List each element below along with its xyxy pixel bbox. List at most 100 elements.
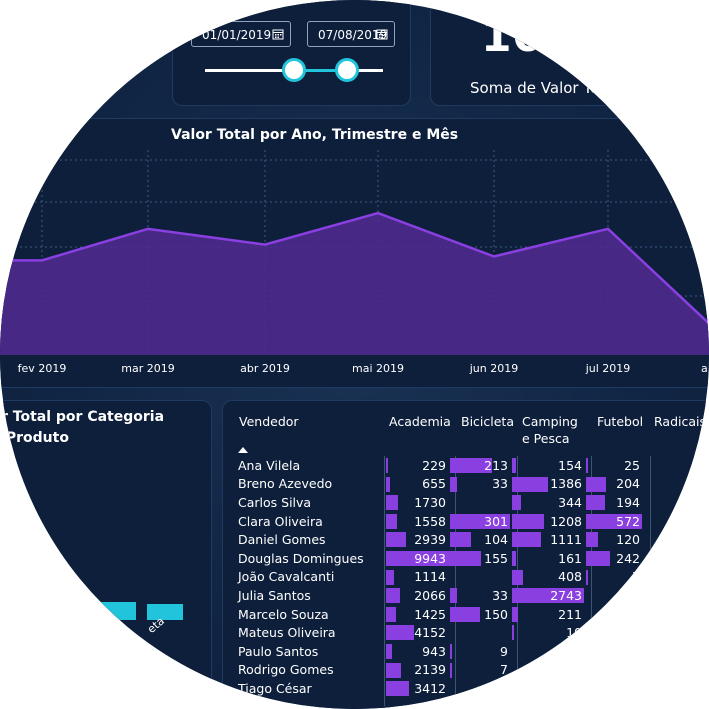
value-text: 1114 [414,569,446,585]
data-bar [450,588,457,604]
data-bar [450,606,480,622]
value-text: 572 [616,513,640,529]
value-cell [644,493,704,512]
data-bar [586,495,605,511]
value-text: 229 [422,457,446,473]
value-cell: 229 [380,456,450,475]
value-text: 211 [558,606,582,622]
value-text: 1111 [550,532,582,548]
value-text: 9943 [414,550,446,566]
col-header-bicicleta[interactable]: Bicicleta [461,413,514,430]
value-text: 1386 [550,476,582,492]
value-cell: 7 [450,661,512,680]
value-text: 9 [500,643,508,659]
col-header-camping[interactable]: Camping e Pesca [522,413,588,447]
table-row[interactable]: Rodrigo Gomes 2139 7 [234,661,704,680]
x-tick-label: mai 2019 [352,362,404,375]
value-cell: 943 [380,642,450,661]
category-bar-panel: r Total por Categoria Produto [0,400,212,709]
vendor-name-cell: João Cavalcanti [238,569,335,585]
table-row[interactable]: João Cavalcanti 1114 408 7 [234,568,704,587]
data-bar [512,513,544,529]
value-cell: 9943 [380,549,454,568]
table-row[interactable]: Breno Azevedo 655 33 1386 204 1 [234,475,704,494]
table-row[interactable]: Ana Vilela 229 213 154 25 1 [234,456,704,475]
col-header-academia[interactable]: Academia [389,413,451,430]
data-bar [586,550,610,566]
value-text: 213 [484,457,508,473]
value-cell [512,679,586,698]
value-cell: 154 [512,456,586,475]
value-cell: 3412 [380,679,450,698]
value-text: 154 [558,457,582,473]
data-bar [386,588,400,604]
value-cell: 2939 [380,530,450,549]
value-cell: 213 [450,456,512,475]
value-cell: 1558 [380,512,450,531]
table-row[interactable]: Marcelo Souza 1425 150 211 [234,605,704,624]
area-chart: fev 2019 mar 2019 abr 2019 mai 2019 jun 2019… [0,150,709,375]
vendor-name-cell: Breno Azevedo [238,476,333,492]
table-row[interactable]: Tiago César 3412 [234,679,704,698]
data-bar [386,569,394,585]
value-cell: 9 [450,642,512,661]
vendor-name-cell: Carlos Silva [238,494,312,510]
data-bar [512,606,518,622]
value-cell [644,530,704,549]
value-text: 7 [632,569,640,585]
value-cell [644,623,704,642]
table-row[interactable]: Daniel Gomes 2939 104 1111 120 [234,530,704,549]
value-cell: 242 [586,549,644,568]
value-cell: 33 [450,475,512,494]
value-cell: 1386 [512,475,586,494]
value-cell [586,661,644,680]
value-text: 1 [692,457,700,473]
value-cell: 155 [450,549,512,568]
value-cell [586,679,644,698]
value-text: 204 [616,476,640,492]
x-tick-label: fev 2019 [18,362,67,375]
value-cell: 1114 [380,568,450,587]
col-header-futebol[interactable]: Futebol [597,413,643,430]
col-header-radicais[interactable]: Radicais [654,413,706,430]
table-row[interactable]: Paulo Santos 943 9 [234,642,704,661]
value-cell: 1 [644,456,704,475]
value-text: 25 [624,457,640,473]
table-row[interactable]: Clara Oliveira 1558 301 1208 572 [234,512,704,531]
value-cell [586,586,644,605]
data-bar [512,550,516,566]
value-cell: 33 [450,586,512,605]
col-header-vendedor[interactable]: Vendedor [239,413,299,430]
value-text: 2066 [414,587,446,603]
vendor-name-cell: Tiago César [238,680,312,696]
table-row[interactable]: Carlos Silva 1730 344 194 [234,493,704,512]
value-text: 943 [422,643,446,659]
value-text: 194 [616,494,640,510]
area-fill[interactable] [0,213,709,355]
sort-ascending-icon[interactable] [238,447,248,453]
value-cell: 2066 [380,586,450,605]
category-bar[interactable] [100,602,136,620]
value-text: 344 [558,494,582,510]
vendor-name-cell: Clara Oliveira [238,513,323,529]
data-bar [450,643,452,659]
data-bar [386,606,396,622]
data-bar [450,532,471,548]
value-cell [586,642,644,661]
data-bar [386,513,397,529]
value-text: 2939 [414,532,446,548]
data-bar [586,569,588,585]
value-cell [644,549,704,568]
data-bar [512,458,516,473]
x-tick-label: mar 2019 [121,362,174,375]
table-row[interactable]: Mateus Oliveira 4152 10 [234,623,704,642]
vendor-name-cell: Paulo Santos [238,643,319,659]
table-row[interactable]: Douglas Domingues 9943 155 161 242 [234,549,704,568]
value-cell [450,623,512,642]
category-bar[interactable] [147,604,183,620]
data-bar [586,532,598,548]
table-row[interactable]: Julia Santos 2066 33 2743 [234,586,704,605]
value-cell: 2139 [380,661,450,680]
value-text: 408 [558,569,582,585]
value-text: 1208 [550,513,582,529]
